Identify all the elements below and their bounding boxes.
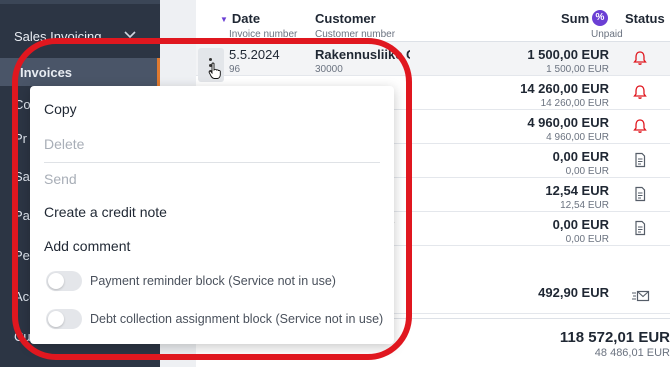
menu-item-add-comment[interactable]: Add comment xyxy=(44,238,130,254)
hand-cursor-icon xyxy=(208,62,222,85)
sidebar-item-label: Pr xyxy=(14,130,27,146)
toggle-knob xyxy=(48,273,64,289)
bell-icon xyxy=(632,118,648,134)
bell-icon xyxy=(632,84,648,100)
chevron-down-icon xyxy=(124,28,136,42)
sidebar-item-label: Invoices xyxy=(20,64,73,80)
row-unpaid: 14 260,00 EUR xyxy=(540,98,609,109)
sidebar-top-divider xyxy=(0,0,160,4)
document-icon xyxy=(632,220,648,236)
sidebar-item-invoices[interactable]: Invoices xyxy=(0,58,160,86)
column-header-status[interactable]: Status xyxy=(625,11,665,26)
column-header-sum[interactable]: Sum xyxy=(561,11,589,26)
kebab-dot xyxy=(209,58,212,61)
table-row[interactable]: 5.5.2024 96 Rakennusliike Oy 30000 1 500… xyxy=(196,42,670,76)
column-subheader-customer-number: Customer number xyxy=(315,29,396,40)
row-context-menu: Copy Delete Send Create a credit note Ad… xyxy=(30,86,394,344)
menu-item-copy[interactable]: Copy xyxy=(44,101,77,117)
percent-icon[interactable]: % xyxy=(592,10,608,26)
row-invoice-number: 96 xyxy=(229,64,241,75)
row-sum: 492,90 EUR xyxy=(538,285,609,300)
row-sum: 0,00 EUR xyxy=(552,149,609,164)
sidebar-item-label: Co xyxy=(14,96,31,112)
toggle-knob xyxy=(48,311,64,327)
payment-reminder-block-toggle[interactable] xyxy=(46,271,82,291)
row-unpaid: 1 500,00 EUR xyxy=(546,64,609,75)
sort-desc-icon: ▼ xyxy=(220,15,228,25)
payment-reminder-block-label: Payment reminder block (Service not in u… xyxy=(90,274,336,288)
footer-unpaid: 48 486,01 EUR xyxy=(594,347,670,359)
column-header-date-label: Date xyxy=(231,11,261,26)
column-subheader-invoice-number: Invoice number xyxy=(229,29,298,40)
row-sum: 14 260,00 EUR xyxy=(520,81,609,96)
envelope-icon xyxy=(632,288,650,304)
document-icon xyxy=(632,152,648,168)
row-sum: 1 500,00 EUR xyxy=(527,47,609,62)
row-date: 5.5.2024 xyxy=(229,47,280,62)
menu-item-delete: Delete xyxy=(44,136,85,152)
row-sum: 12,54 EUR xyxy=(545,183,609,198)
menu-divider xyxy=(44,162,380,163)
row-unpaid: 0,00 EUR xyxy=(565,166,609,177)
column-subheader-unpaid: Unpaid xyxy=(591,29,623,40)
sidebar-section-label: Sales Invoicing xyxy=(14,28,102,44)
sidebar-item-label: Cu xyxy=(14,328,31,344)
table-header: ▼ Date Invoice number Customer Customer n… xyxy=(196,0,670,42)
debt-collection-block-label: Debt collection assignment block (Servic… xyxy=(90,312,384,326)
row-unpaid: 12,54 EUR xyxy=(560,200,609,211)
row-unpaid: 4 960,00 EUR xyxy=(546,132,609,143)
menu-item-send: Send xyxy=(44,171,77,187)
bell-icon xyxy=(632,50,648,66)
footer-total: 118 572,01 EUR xyxy=(559,329,670,346)
row-sum: 4 960,00 EUR xyxy=(527,115,609,130)
row-sum: 0,00 EUR xyxy=(552,217,609,232)
column-header-customer[interactable]: Customer xyxy=(315,11,376,26)
column-header-date[interactable]: ▼ Date xyxy=(220,11,260,26)
row-unpaid: 0,00 EUR xyxy=(565,234,609,245)
sidebar-section-sales-invoicing[interactable]: Sales Invoicing xyxy=(0,26,160,46)
row-customer: Rakennusliike Oy xyxy=(315,47,410,62)
row-customer-number: 30000 xyxy=(315,64,343,75)
document-icon xyxy=(632,186,648,202)
menu-item-create-credit-note[interactable]: Create a credit note xyxy=(44,204,167,220)
debt-collection-block-toggle[interactable] xyxy=(46,309,82,329)
